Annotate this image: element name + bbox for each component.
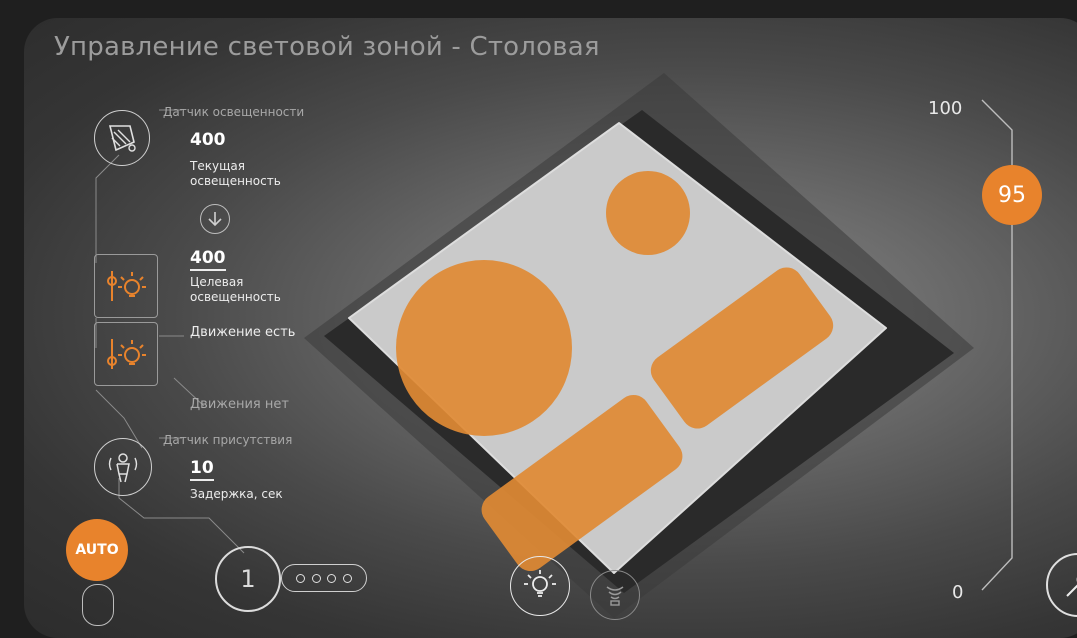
motion-present-label: Движение есть [190, 325, 296, 340]
page-dots[interactable] [281, 564, 367, 592]
presence-delay-caption: Задержка, сек [190, 487, 283, 501]
arrow-down-icon [200, 204, 230, 234]
app-window: Управление световой зоной - Столовая Дат… [24, 18, 1077, 638]
person-presence-icon [108, 453, 138, 483]
slider-max-label: 100 [928, 98, 963, 119]
sensor-mode-button[interactable] [590, 570, 640, 620]
lamp-round-large[interactable] [396, 260, 572, 436]
motion-present-button[interactable] [94, 254, 158, 318]
current-illuminance-caption: Текущая освещенность [190, 159, 281, 188]
light-sensor-icon [108, 125, 136, 152]
light-mode-button[interactable] [510, 556, 570, 616]
brightness-slider-knob[interactable]: 95 [982, 165, 1042, 225]
page-number: 1 [240, 565, 256, 593]
wrench-icon [1066, 577, 1077, 597]
motion-absent-button[interactable] [94, 322, 158, 386]
presence-sensor-button[interactable] [94, 438, 152, 496]
current-illuminance-value[interactable]: 400 [190, 130, 226, 150]
motion-absent-label: Движения нет [190, 397, 289, 412]
target-illuminance-caption: Целевая освещенность [190, 275, 281, 304]
slider-min-label: 0 [952, 582, 964, 603]
light-sensor-label: Датчик освещенности [163, 105, 305, 119]
presence-sensor-label: Датчик присутствия [163, 433, 293, 447]
auto-toggle-track[interactable] [82, 584, 114, 626]
sensor-waves-icon [606, 586, 624, 606]
light-sensor-button[interactable] [94, 110, 150, 166]
lamp-round-small[interactable] [606, 171, 690, 255]
page-dot[interactable] [342, 573, 352, 583]
page-dot[interactable] [327, 573, 337, 583]
floor-plan [304, 73, 974, 618]
presence-delay-value[interactable]: 10 [190, 458, 214, 481]
page-dot[interactable] [296, 573, 306, 583]
target-illuminance-value[interactable]: 400 [190, 248, 226, 271]
auto-mode-button[interactable]: AUTO [66, 519, 128, 581]
lamp-settings-icon [107, 339, 146, 369]
page-indicator[interactable]: 1 [215, 546, 281, 612]
light-bulb-icon [524, 570, 556, 597]
page-dot[interactable] [311, 573, 321, 583]
page-title: Управление световой зоной - Столовая [54, 32, 600, 62]
lamp-settings-icon [107, 271, 146, 301]
